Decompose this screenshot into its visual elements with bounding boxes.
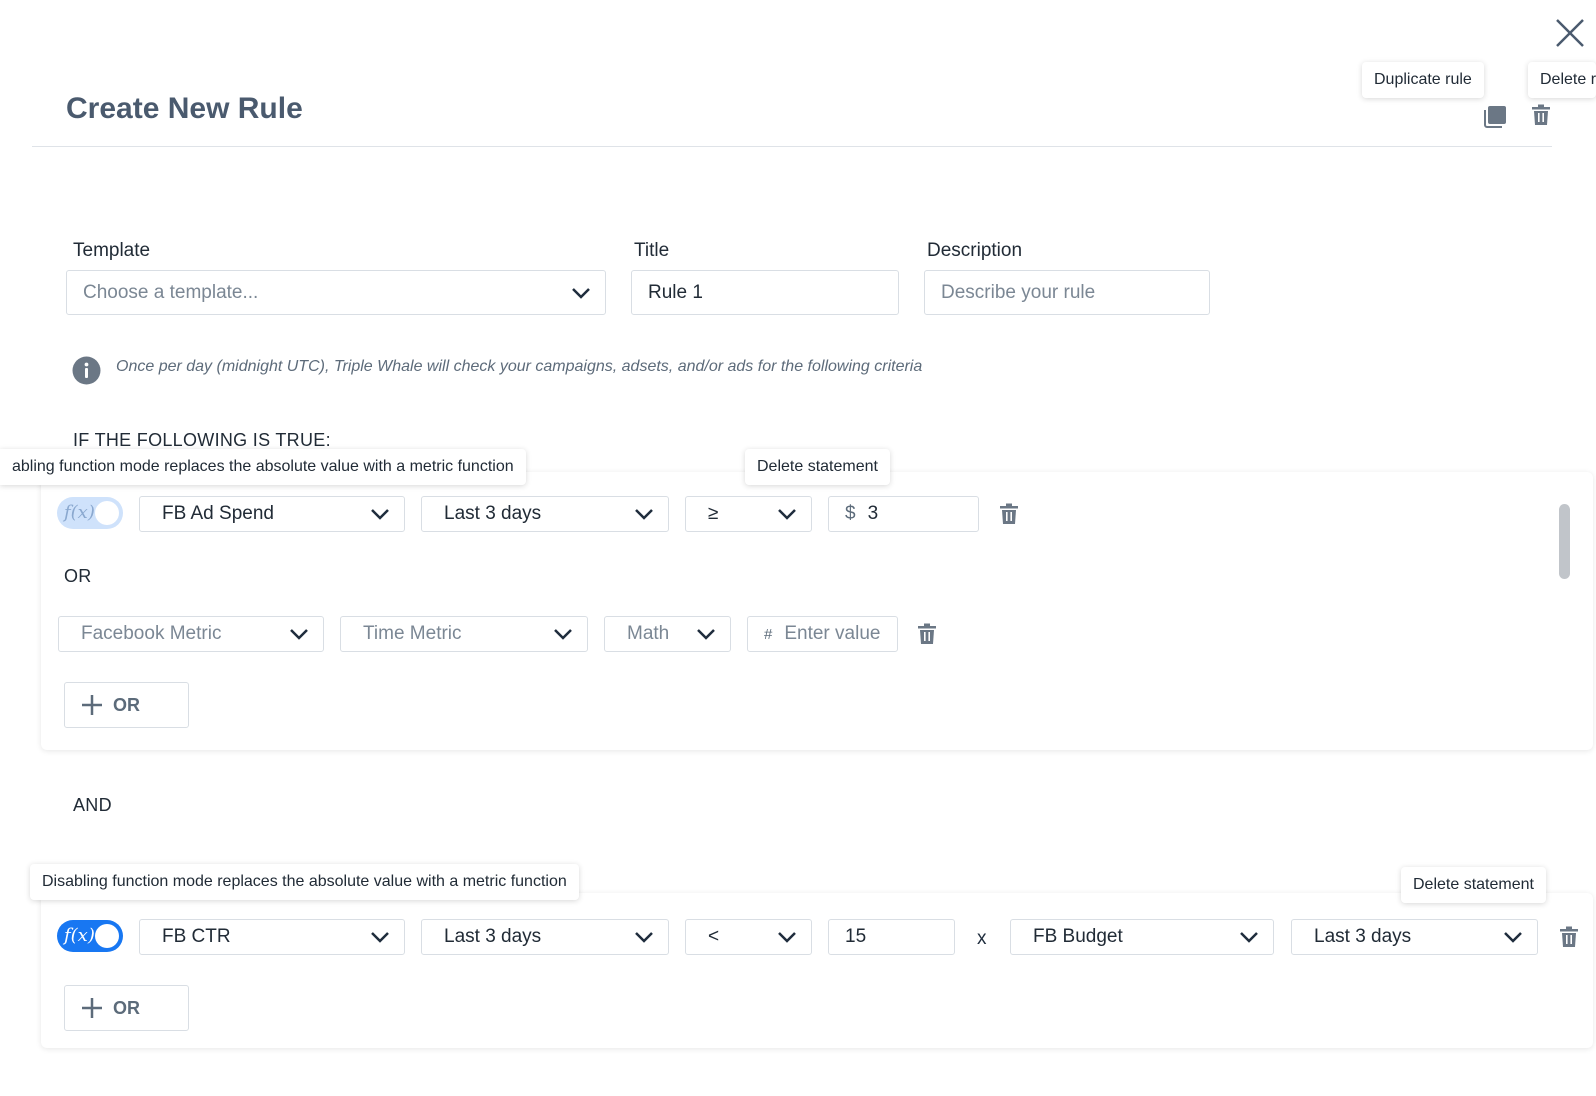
chevron-down-icon [554, 629, 572, 640]
function-metric-select[interactable]: FB Budget [1010, 919, 1274, 955]
duplicate-rule-button[interactable] [1484, 104, 1508, 128]
scrollbar-thumb[interactable] [1559, 504, 1570, 579]
value-input[interactable]: $ 3 [828, 496, 979, 532]
function-time-select[interactable]: Last 3 days [1291, 919, 1538, 955]
close-icon [1556, 19, 1584, 47]
add-or-button[interactable]: OR [64, 682, 189, 728]
value-input-value: 3 [867, 503, 879, 524]
chevron-down-icon [778, 509, 796, 520]
template-label: Template [73, 240, 151, 261]
currency-prefix: $ [845, 503, 856, 524]
value-input-value: 15 [845, 926, 867, 947]
delete-statement-trash-icon[interactable] [1559, 926, 1579, 948]
description-label: Description [927, 240, 1023, 261]
toggle-knob [95, 924, 119, 948]
function-mode-toggle[interactable]: f(x) [57, 920, 123, 952]
chevron-down-icon [290, 629, 308, 640]
template-select[interactable]: Choose a template... [66, 270, 606, 315]
header-divider [32, 146, 1552, 147]
plus-icon [82, 695, 102, 715]
metric-select[interactable]: FB CTR [139, 919, 405, 955]
info-text: Once per day (midnight UTC), Triple Whal… [116, 358, 923, 375]
chevron-down-icon [635, 932, 653, 943]
trash-icon [1532, 104, 1550, 125]
page-title: Create New Rule [66, 92, 303, 125]
add-or-button[interactable]: OR [64, 985, 189, 1031]
chevron-down-icon [778, 932, 796, 943]
number-prefix: # [764, 625, 773, 643]
function-metric-value: FB Budget [1033, 926, 1123, 947]
and-separator: AND [73, 795, 112, 815]
duplicate-rule-tooltip: Duplicate rule [1362, 62, 1484, 98]
operator-select-value: < [708, 926, 720, 947]
chevron-down-icon [1504, 932, 1522, 943]
math-select[interactable]: Math [604, 616, 731, 652]
value-input[interactable]: 15 [828, 919, 955, 955]
chevron-down-icon [572, 287, 590, 299]
facebook-metric-placeholder: Facebook Metric [81, 623, 222, 644]
time-metric-select[interactable]: Time Metric [340, 616, 588, 652]
close-button[interactable] [1551, 14, 1589, 52]
operator-select[interactable]: < [685, 919, 812, 955]
title-label: Title [634, 240, 670, 261]
conditions-heading: IF THE FOLLOWING IS TRUE: [73, 430, 331, 450]
template-select-value: Choose a template... [83, 281, 259, 303]
metric-select-value: FB CTR [162, 926, 231, 947]
math-placeholder: Math [627, 623, 670, 644]
chevron-down-icon [635, 509, 653, 520]
operator-select[interactable]: ≥ [685, 496, 812, 532]
chevron-down-icon [371, 509, 389, 520]
chevron-down-icon [371, 932, 389, 943]
delete-rule-tooltip: Delete r [1528, 62, 1596, 98]
time-select[interactable]: Last 3 days [421, 919, 669, 955]
condition-group-2 [41, 893, 1593, 1048]
chevron-down-icon [697, 629, 715, 640]
title-input-value: Rule 1 [648, 281, 703, 303]
time-select-value: Last 3 days [444, 926, 542, 947]
multiply-symbol: x [977, 928, 987, 949]
metric-select[interactable]: FB Ad Spend [139, 496, 405, 532]
function-mode-tooltip: Disabling function mode replaces the abs… [30, 864, 579, 900]
description-input-value: Describe your rule [941, 281, 1096, 303]
delete-statement-tooltip: Delete statement [745, 449, 890, 485]
info-icon [72, 356, 101, 385]
enter-value-placeholder: Enter value [784, 623, 881, 644]
delete-rule-button[interactable] [1531, 104, 1551, 126]
plus-icon [82, 998, 102, 1018]
duplicate-icon [1484, 106, 1506, 128]
operator-select-value: ≥ [708, 503, 719, 524]
fx-label: f(x) [64, 925, 95, 946]
add-or-label: OR [113, 997, 140, 1018]
time-metric-placeholder: Time Metric [363, 623, 462, 644]
or-separator: OR [64, 566, 92, 586]
delete-statement-tooltip: Delete statement [1401, 867, 1546, 903]
title-input[interactable]: Rule 1 [631, 270, 899, 315]
description-input[interactable]: Describe your rule [924, 270, 1210, 315]
function-mode-tooltip: abling function mode replaces the absolu… [0, 449, 526, 485]
function-mode-toggle[interactable]: f(x) [57, 497, 123, 529]
delete-statement-trash-icon[interactable] [917, 623, 937, 645]
chevron-down-icon [1240, 932, 1258, 943]
fx-label: f(x) [64, 502, 95, 523]
time-select-value: Last 3 days [444, 503, 542, 524]
metric-select-value: FB Ad Spend [162, 503, 274, 524]
toggle-knob [95, 501, 119, 525]
add-or-label: OR [113, 694, 140, 715]
function-time-value: Last 3 days [1314, 926, 1412, 947]
delete-statement-trash-icon[interactable] [999, 503, 1019, 525]
time-select[interactable]: Last 3 days [421, 496, 669, 532]
facebook-metric-select[interactable]: Facebook Metric [58, 616, 324, 652]
enter-value-input[interactable]: # Enter value [747, 616, 898, 652]
